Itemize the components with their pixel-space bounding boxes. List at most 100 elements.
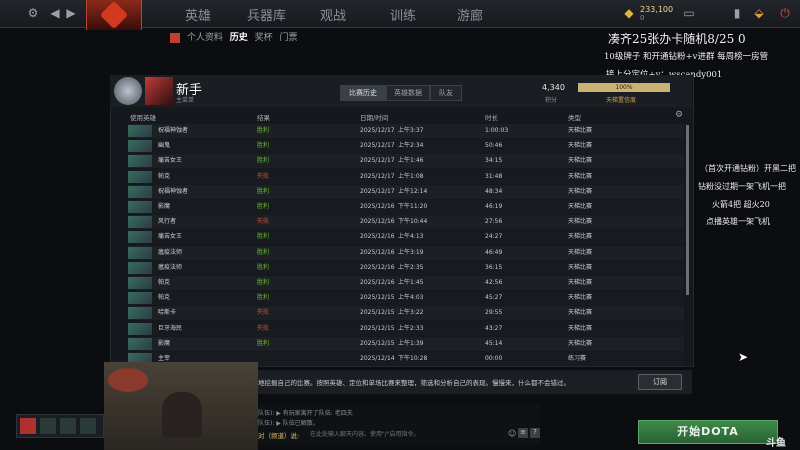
hero-portrait	[128, 125, 152, 137]
cell-hero: 影魔	[158, 203, 171, 210]
table-row[interactable]: 风行者 失败 2025/12/16 下午10:44 27:56 天梯比赛	[128, 215, 684, 230]
cell-date: 2025/12/17	[360, 127, 395, 134]
table-row[interactable]: 祝福神蚀者 胜利 2025/12/17 上午3:37 1:00:03 天梯比赛	[128, 124, 684, 138]
table-row[interactable]: 幽鬼 胜利 2025/12/17 上午2:34 50:46 天梯比赛	[128, 139, 684, 154]
nav-armory[interactable]: 兵器库	[247, 5, 286, 24]
chat-line-2: 队伍): ▶ 队伍已解散。	[258, 420, 319, 427]
cell-time: 上午4:13	[398, 233, 424, 241]
cell-hero: 瘟疫法师	[158, 248, 183, 256]
cell-hero: 祝福神蚀者	[158, 187, 189, 195]
plus-icon[interactable]: ⬙	[752, 6, 766, 20]
subscribe-button[interactable]: 订阅	[638, 374, 682, 390]
tab-teammates[interactable]: 队友	[430, 85, 462, 101]
nav-heroes[interactable]: 英雄	[185, 5, 211, 24]
chat-menu-icon[interactable]: ≡	[518, 428, 528, 438]
cell-date: 2025/12/15	[360, 294, 395, 302]
confidence-label: 天梯置信度	[606, 97, 637, 104]
cell-hero: 帕克	[158, 172, 171, 180]
emoji-icon[interactable]: ☺	[508, 429, 516, 438]
subnav-profile[interactable]: 个人资料	[187, 33, 223, 43]
back-arrow-icon[interactable]: ◀	[48, 6, 62, 20]
cell-duration: 29:55	[485, 309, 503, 317]
table-row[interactable]: 帕克 胜利 2025/12/15 上午4:03 45:27 天梯比赛	[128, 291, 684, 306]
mouse-cursor-icon: ➤	[738, 350, 749, 364]
chat-input[interactable]	[308, 428, 512, 440]
scrollbar[interactable]	[686, 125, 689, 295]
forward-arrow-icon[interactable]: ▶	[64, 6, 78, 20]
overlay-side-2: 钻粉没过期一架飞机一把	[698, 182, 786, 191]
cell-type: 天梯比赛	[568, 203, 593, 210]
subnav-history[interactable]: 历史	[230, 33, 248, 43]
table-row[interactable]: 影魔 胜利 2025/12/16 下午11:20 46:19 天梯比赛	[128, 200, 684, 214]
tab-hero-stats[interactable]: 英雄数据	[386, 85, 430, 101]
cell-date: 2025/12/15	[360, 339, 395, 347]
streamer-person	[162, 392, 202, 438]
cell-hero: 痛苦女王	[158, 157, 183, 165]
cell-type: 天梯比赛	[568, 339, 593, 347]
tv-icon[interactable]: ▭	[682, 6, 696, 20]
cell-result: 失败	[257, 324, 270, 332]
table-row[interactable]: 帕克 胜利 2025/12/16 上午1:45 42:56 天梯比赛	[128, 276, 684, 290]
party-avatar[interactable]	[20, 418, 36, 434]
party-slot[interactable]	[40, 418, 56, 434]
party-slot[interactable]	[80, 418, 96, 434]
cell-hero: 帕克	[158, 294, 171, 302]
cell-result: 胜利	[257, 248, 270, 256]
cell-time: 下午10:28	[398, 355, 428, 362]
table-row[interactable]: 痛苦女王 胜利 2025/12/16 上午4:13 24:27 天梯比赛	[128, 230, 684, 245]
cell-duration: 1:00:03	[485, 127, 509, 134]
cell-time: 上午4:03	[398, 294, 424, 302]
cell-date: 2025/12/17	[360, 157, 395, 165]
nav-watch[interactable]: 观战	[320, 5, 346, 24]
cell-duration: 24:27	[485, 233, 503, 241]
dota-logo-button[interactable]	[86, 0, 142, 30]
subnav-trophies[interactable]: 奖杯	[255, 33, 273, 43]
cell-hero: 巨牙海民	[158, 324, 183, 332]
cell-type: 天梯比赛	[568, 294, 593, 302]
col-datetime: 日期/时间	[360, 114, 389, 122]
tab-match-history[interactable]: 比赛历史	[340, 85, 386, 101]
chat-channel-label: 对（频道）说:	[258, 432, 300, 440]
hero-portrait	[128, 261, 152, 274]
overlay-side-4: 点播英雄一架飞机	[706, 217, 770, 226]
cell-time: 上午1:45	[398, 279, 424, 286]
overlay-side-3: 火箭4把 超火20	[712, 200, 770, 209]
table-row[interactable]: 影魔 胜利 2025/12/15 上午1:39 45:14 天梯比赛	[128, 336, 684, 351]
play-dota-button[interactable]: 开始DOTA	[638, 420, 778, 444]
help-icon[interactable]: ?	[530, 428, 540, 438]
cell-time: 上午3:22	[398, 309, 424, 317]
subnav-tickets[interactable]: 门票	[280, 33, 298, 43]
settings-gear-icon[interactable]: ⚙	[675, 110, 683, 120]
cell-type: 天梯比赛	[568, 248, 593, 256]
cell-hero: 影魔	[158, 339, 171, 347]
chat-line-1: 队伍): ▶ 有玩家离开了队伍: 老四夫	[258, 410, 353, 417]
overlay-line-2: 10级牌子 和开通钻粉+v进群 每周榜一房管	[604, 52, 769, 62]
table-row[interactable]: 哈斯卡 失败 2025/12/15 上午3:22 29:55 天梯比赛	[128, 306, 684, 321]
table-row[interactable]: 瘟疫法师 胜利 2025/12/16 上午2:35 36:15 天梯比赛	[128, 260, 684, 275]
cell-duration: 48:34	[485, 187, 503, 195]
hero-portrait	[128, 231, 152, 244]
panel-header: 新手 主菜单 比赛历史 英雄数据 队友 4,340 积分 100% 天梯置信度	[110, 75, 692, 107]
cell-hero: 瘟疫法师	[158, 263, 183, 271]
nav-learn[interactable]: 训练	[390, 5, 416, 24]
quest-icon[interactable]: ▮	[730, 6, 744, 20]
table-row[interactable]: 巨牙海民 失败 2025/12/15 上午2:33 43:27 天梯比赛	[128, 321, 684, 336]
cell-result: 胜利	[257, 203, 270, 210]
cell-hero: 哈斯卡	[158, 309, 177, 317]
table-row[interactable]: 祝福神蚀者 胜利 2025/12/17 上午12:14 48:34 天梯比赛	[128, 184, 684, 199]
currency-amount: 233,100	[640, 5, 674, 14]
party-slot[interactable]	[60, 418, 76, 434]
power-icon[interactable]: ⏻	[778, 6, 792, 20]
cell-time: 上午1:46	[398, 157, 424, 165]
gear-icon[interactable]: ⚙	[26, 6, 40, 20]
cell-time: 上午2:34	[398, 142, 424, 150]
cell-type: 天梯比赛	[568, 187, 593, 195]
cell-result: 失败	[257, 309, 270, 317]
cell-time: 上午3:19	[398, 248, 424, 256]
table-row[interactable]: 帕克 失败 2025/12/17 上午1:08 31:48 天梯比赛	[128, 169, 684, 184]
col-result: 结果	[257, 114, 270, 122]
cell-type: 天梯比赛	[568, 157, 593, 165]
table-row[interactable]: 瘟疫法师 胜利 2025/12/16 上午3:19 46:49 天梯比赛	[128, 245, 684, 260]
table-row[interactable]: 痛苦女王 胜利 2025/12/17 上午1:46 34:15 天梯比赛	[128, 154, 684, 169]
nav-arcade[interactable]: 游廊	[457, 5, 483, 24]
